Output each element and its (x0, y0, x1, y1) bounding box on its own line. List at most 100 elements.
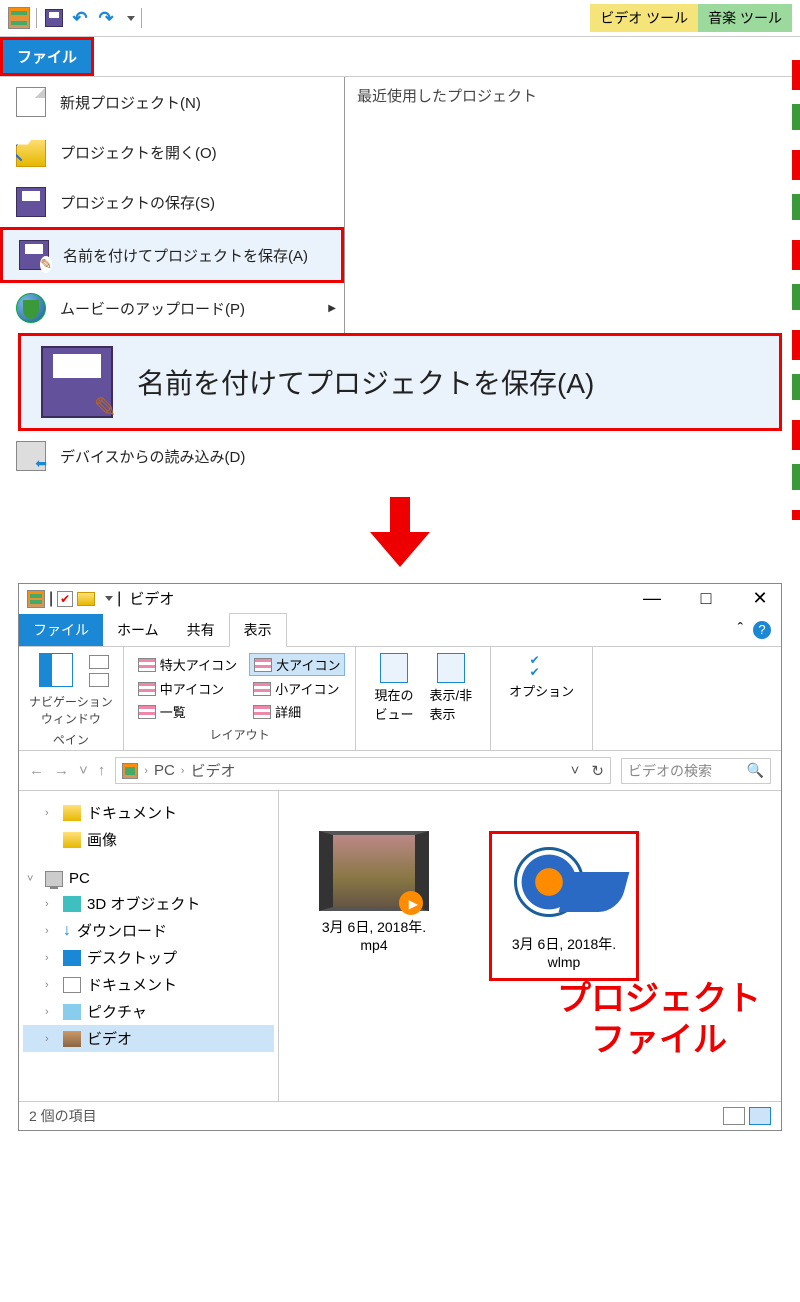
menu-import-from-device[interactable]: デバイスからの読み込み(D) (0, 431, 345, 481)
quick-access-toolbar: ↶ ↷ ビデオ ツール 音楽 ツール (0, 0, 800, 36)
ribbon-group-options: オプション (491, 647, 593, 750)
file-mp4[interactable]: 3月 6日, 2018年. mp4 (299, 831, 449, 953)
breadcrumb-pc[interactable]: PC (154, 762, 175, 779)
save-as-icon (41, 346, 113, 418)
preview-pane-toggle[interactable] (89, 655, 109, 669)
menu-bar: ファイル (0, 36, 800, 77)
details-pane-toggle[interactable] (89, 673, 109, 687)
documents-icon (63, 977, 81, 993)
qat-dropdown[interactable] (105, 596, 113, 601)
menu-open-project[interactable]: プロジェクトを開く(O) (0, 127, 344, 177)
options-icon (528, 653, 556, 681)
view-details-toggle[interactable] (723, 1107, 745, 1125)
globe-upload-icon (16, 293, 46, 323)
3d-objects-icon (63, 896, 81, 912)
explorer-title-bar: | ✔ | ビデオ — □ ✕ (19, 584, 781, 613)
tab-home[interactable]: ホーム (103, 614, 173, 646)
view-large-icons-toggle[interactable] (749, 1107, 771, 1125)
separator: | (117, 590, 121, 608)
maximize-button[interactable]: □ (693, 588, 719, 609)
folder-icon (77, 592, 95, 606)
menu-save-project-as[interactable]: 名前を付けてプロジェクトを保存(A) (0, 227, 344, 283)
videos-icon (63, 1031, 81, 1047)
close-button[interactable]: ✕ (747, 588, 773, 609)
layout-list[interactable]: 一覧 (134, 701, 241, 722)
item-count: 2 個の項目 (29, 1106, 97, 1126)
breadcrumb-videos[interactable]: ビデオ (190, 760, 235, 781)
address-bar[interactable]: › PC › ビデオ ˅ ↻ (115, 757, 611, 784)
separator: | (49, 590, 53, 608)
folder-icon (63, 805, 81, 821)
minimize-button[interactable]: — (639, 588, 665, 609)
qat-redo-button[interactable]: ↷ (95, 7, 117, 29)
extra-large-icons-icon (138, 658, 156, 672)
file-list-pane[interactable]: 3月 6日, 2018年. mp4 3月 6日, 2018年. wlmp プロジ… (279, 791, 781, 1101)
menu-upload-movie[interactable]: ムービーのアップロード(P) (0, 283, 344, 333)
large-icons-icon (254, 658, 272, 672)
navigation-pane-icon (39, 653, 73, 687)
options-button[interactable]: オプション (501, 653, 582, 700)
tree-3d-objects[interactable]: ›3D オブジェクト (23, 890, 274, 917)
nav-up-button[interactable]: ↑ (98, 762, 106, 779)
menu-save-project[interactable]: プロジェクトの保存(S) (0, 177, 344, 227)
navigation-pane-button[interactable] (31, 653, 81, 687)
search-input[interactable]: ビデオの検索 🔍 (621, 758, 771, 784)
layout-details[interactable]: 詳細 (249, 701, 345, 722)
menu-label: ムービーのアップロード(P) (60, 298, 245, 319)
save-icon (45, 9, 63, 27)
search-placeholder: ビデオの検索 (628, 761, 712, 781)
address-bar-row: ← → ˅ ↑ › PC › ビデオ ˅ ↻ ビデオの検索 🔍 (19, 751, 781, 791)
nav-forward-button[interactable]: → (54, 762, 69, 779)
refresh-button[interactable]: ↻ (591, 762, 604, 780)
layout-large[interactable]: 大アイコン (249, 653, 345, 676)
address-dropdown[interactable]: ˅ (571, 762, 580, 779)
flow-arrow-down (0, 497, 800, 567)
tree-pictures2[interactable]: ›ピクチャ (23, 998, 274, 1025)
menu-label: 新規プロジェクト(N) (60, 92, 201, 113)
help-button[interactable]: ? (753, 621, 771, 639)
tab-file[interactable]: ファイル (19, 614, 103, 646)
search-icon: 🔍 (747, 762, 764, 779)
menu-label: プロジェクトを開く(O) (60, 142, 217, 163)
checkbox-icon[interactable]: ✔ (57, 591, 73, 607)
tree-pc[interactable]: ˅PC (23, 867, 274, 890)
layout-medium[interactable]: 中アイコン (134, 678, 241, 699)
explorer-body: ›ドキュメント 画像 ˅PC ›3D オブジェクト ›↓ダウンロード ›デスクト… (19, 791, 781, 1101)
qat-undo-button[interactable]: ↶ (69, 7, 91, 29)
tab-view[interactable]: 表示 (229, 613, 287, 647)
tree-desktop[interactable]: ›デスクトップ (23, 944, 274, 971)
nav-history-dropdown[interactable]: ˅ (79, 762, 88, 779)
current-view-button[interactable]: 現在の ビュー (366, 653, 421, 723)
collapse-ribbon-button[interactable]: ˆ (738, 621, 743, 639)
tree-videos[interactable]: ›ビデオ (23, 1025, 274, 1052)
qat-customize-dropdown[interactable] (127, 16, 135, 21)
annotation-label: プロジェクト ファイル (557, 979, 761, 1061)
details-icon (253, 705, 271, 719)
menu-new-project[interactable]: 新規プロジェクト(N) (0, 77, 344, 127)
open-folder-icon (16, 137, 46, 167)
file-wlmp[interactable]: 3月 6日, 2018年. wlmp (489, 831, 639, 981)
tree-pictures[interactable]: 画像 (23, 826, 274, 853)
menu-label: デバイスからの読み込み(D) (60, 446, 245, 467)
tab-share[interactable]: 共有 (173, 614, 229, 646)
nav-pane-label: ナビゲーション ウィンドウ (29, 693, 113, 727)
ribbon-group-layout: 特大アイコン 大アイコン 中アイコン 小アイコン 一覧 詳細 レイアウト (124, 647, 357, 750)
file-name: 3月 6日, 2018年. mp4 (322, 917, 426, 953)
navigation-tree[interactable]: ›ドキュメント 画像 ˅PC ›3D オブジェクト ›↓ダウンロード ›デスクト… (19, 791, 279, 1101)
breadcrumb-separator: › (181, 765, 185, 777)
status-bar: 2 個の項目 (19, 1101, 781, 1130)
qat-save-button[interactable] (43, 7, 65, 29)
ribbon-view: ナビゲーション ウィンドウ ペイン 特大アイコン 大アイコン 中アイコン 小アイ… (19, 647, 781, 751)
layout-small[interactable]: 小アイコン (249, 678, 345, 699)
video-tools-tab[interactable]: ビデオ ツール (590, 4, 698, 32)
file-menu-tab[interactable]: ファイル (0, 37, 94, 76)
tree-downloads[interactable]: ›↓ダウンロード (23, 917, 274, 944)
tree-documents2[interactable]: ›ドキュメント (23, 971, 274, 998)
show-hide-button[interactable]: 表示/非 表示 (422, 653, 481, 723)
tree-documents[interactable]: ›ドキュメント (23, 799, 274, 826)
layout-extra-large[interactable]: 特大アイコン (134, 653, 241, 676)
music-tools-tab[interactable]: 音楽 ツール (698, 4, 792, 32)
import-device-icon (16, 441, 46, 471)
recent-projects-header: 最近使用したプロジェクト (357, 85, 788, 106)
nav-back-button[interactable]: ← (29, 762, 44, 779)
